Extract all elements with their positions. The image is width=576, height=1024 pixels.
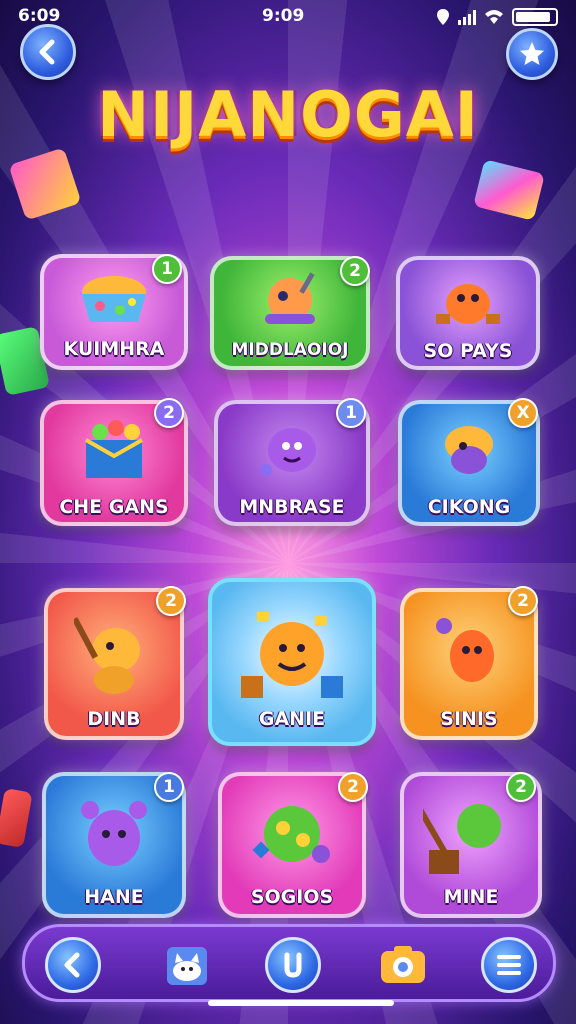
bowl-icon [82,276,146,322]
game-label: KUIMHRA [63,338,165,360]
game-label: SOGIOS [250,886,334,908]
pickaxe-icon [423,803,501,874]
purple-monster-icon [81,801,147,866]
game-tile-ganie[interactable]: GANIE [208,578,376,746]
game-badge: 2 [156,586,186,616]
game-badge: 1 [336,398,366,428]
game-tile-so-pays[interactable]: SO PAYS [396,256,540,370]
location-icon [437,9,449,25]
camera-icon [381,946,425,983]
blob-creature-icon [260,428,316,476]
helmet-creature-icon [445,426,493,474]
nav-menu-button[interactable] [481,937,537,993]
cat-icon [167,947,207,985]
game-label: SINIS [440,708,498,730]
game-label: DINB [87,708,141,730]
nav-camera-button[interactable] [375,937,431,993]
download-icon [284,952,302,978]
status-time-left: 6:09 [18,6,61,26]
game-label: CHE GANS [59,496,169,518]
favorites-button[interactable] [506,28,558,80]
back-arrow-icon [64,952,80,978]
back-button[interactable] [20,24,76,80]
nav-download-button[interactable] [265,937,321,993]
back-arrow-icon [39,39,55,65]
dice-decoration [8,147,82,221]
gift-box-icon [85,420,143,478]
signal-icon [458,9,476,25]
game-label: SO PAYS [423,340,513,362]
menu-icon [497,955,521,975]
game-label: CIKONG [427,496,511,518]
dino-icon [74,617,140,694]
block-decoration [473,159,545,221]
star-icon [520,42,544,65]
game-badge: 2 [338,772,368,802]
game-label: MIDDLAOIOJ [231,340,349,360]
game-badge: 2 [154,398,184,428]
status-icons [436,8,558,26]
smiley-ball-icon [241,612,343,698]
block-decoration-bottom-left [0,787,33,849]
page-title: NIJANOGAI [97,78,479,151]
gems-icon [252,806,330,863]
game-label: GANIE [258,708,326,730]
home-indicator[interactable] [208,1000,394,1006]
game-badge: 1 [154,772,184,802]
orange-creature-icon [436,618,494,682]
game-badge: 2 [506,772,536,802]
game-badge: 2 [508,586,538,616]
game-badge: 2 [340,256,370,286]
game-badge: 1 [152,254,182,284]
bottom-nav [22,924,556,1002]
game-badge: X [508,398,538,428]
battery-icon [512,8,558,26]
creature-icon [436,284,500,324]
game-label: MINE [443,886,499,908]
game-label: MNBRASE [239,496,345,518]
robot-icon [265,272,315,324]
status-time-center: 9:09 [262,6,305,26]
game-label: HANE [84,886,144,908]
wifi-icon [485,10,503,24]
nav-cat-button[interactable] [159,937,215,993]
status-bar: 6:09 9:09 [0,4,576,30]
nav-back-button[interactable] [45,937,101,993]
